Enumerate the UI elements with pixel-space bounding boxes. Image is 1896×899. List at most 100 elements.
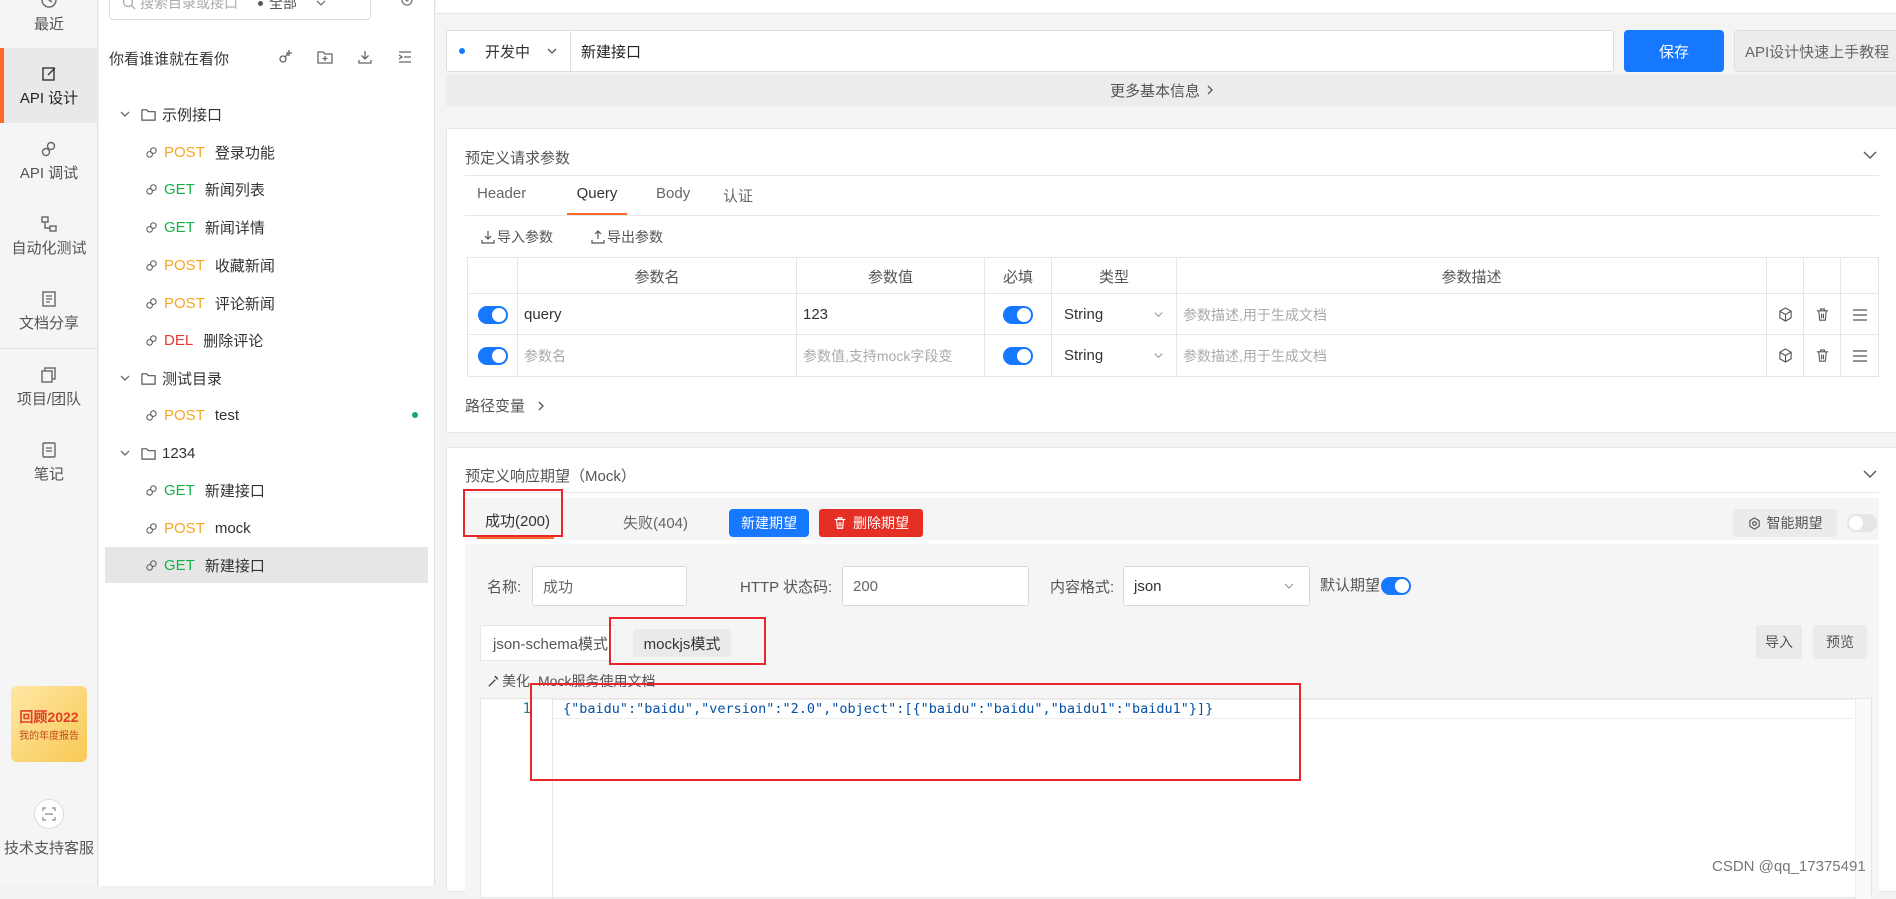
cube-icon[interactable] bbox=[1778, 348, 1793, 363]
nav-project-team[interactable]: 项目/团队 bbox=[0, 366, 98, 426]
param-name-input[interactable]: query bbox=[518, 294, 797, 335]
col-value: 参数值 bbox=[797, 258, 985, 294]
smart-expectation-button[interactable]: 智能期望 bbox=[1733, 509, 1837, 537]
tree-item[interactable]: POST mock bbox=[105, 510, 428, 546]
param-desc-input[interactable]: 参数描述,用于生成文档 bbox=[1177, 294, 1767, 335]
preview-button[interactable]: 预览 bbox=[1813, 625, 1867, 659]
table-row: query 123 String 参数描述,用于生成文档 bbox=[468, 294, 1878, 335]
method-badge: DEL bbox=[164, 331, 194, 349]
tab-auth[interactable]: 认证 bbox=[723, 185, 753, 206]
tab-body[interactable]: Body bbox=[656, 185, 690, 202]
tree-item[interactable]: GET 新建接口 bbox=[105, 472, 428, 508]
chevron-down-icon bbox=[1154, 353, 1163, 359]
collapse-chevron-icon[interactable] bbox=[1862, 147, 1878, 163]
more-info-label: 更多基本信息 bbox=[1109, 82, 1200, 100]
method-badge: POST bbox=[164, 519, 205, 537]
beautify-button[interactable]: 美化 bbox=[502, 671, 530, 691]
nav-api-design[interactable]: API 设计 bbox=[0, 48, 98, 123]
param-value-input[interactable]: 参数值,支持mock字段变 bbox=[797, 335, 985, 376]
nav-api-debug[interactable]: API 调试 bbox=[0, 140, 98, 200]
content-format-value: json bbox=[1134, 577, 1162, 595]
add-folder-icon[interactable] bbox=[317, 49, 333, 65]
import-button[interactable]: 导入 bbox=[1756, 625, 1802, 659]
default-expectation-label: 默认期望 bbox=[1320, 577, 1381, 594]
method-badge: POST bbox=[164, 294, 205, 312]
path-vars-label: 路径变量 bbox=[465, 398, 526, 415]
export-params-button[interactable]: 导出参数 bbox=[591, 227, 663, 247]
method-badge: GET bbox=[164, 218, 195, 236]
folder-test[interactable]: 测试目录 bbox=[105, 360, 428, 396]
import-icon[interactable] bbox=[357, 49, 373, 65]
doc-icon bbox=[42, 291, 56, 307]
tree-search[interactable]: 搜索目录或接口 全部 bbox=[109, 0, 371, 20]
status-select[interactable]: 开发中 bbox=[485, 41, 530, 62]
trash-icon[interactable] bbox=[1815, 348, 1830, 363]
tree-item[interactable]: GET 新闻详情 bbox=[105, 209, 428, 245]
default-expectation-toggle[interactable] bbox=[1381, 577, 1411, 595]
link-icon bbox=[146, 522, 157, 534]
required-toggle[interactable] bbox=[1003, 305, 1033, 324]
nav-doc-share[interactable]: 文档分享 bbox=[0, 290, 98, 350]
mock-section-title: 预定义响应期望（Mock） bbox=[465, 468, 636, 485]
filter-select[interactable]: 全部 bbox=[269, 0, 297, 13]
add-interface-icon[interactable] bbox=[277, 49, 293, 65]
enable-toggle[interactable] bbox=[477, 346, 508, 365]
content-format-select[interactable]: json bbox=[1123, 566, 1310, 606]
method-badge: POST bbox=[164, 406, 205, 424]
link-icon bbox=[146, 297, 157, 309]
method-badge: GET bbox=[164, 556, 195, 574]
enable-toggle[interactable] bbox=[477, 305, 508, 324]
name-input[interactable]: 成功 bbox=[532, 566, 687, 606]
content-format-label: 内容格式: bbox=[1050, 579, 1115, 596]
smart-toggle[interactable] bbox=[1847, 514, 1877, 532]
cube-icon[interactable] bbox=[1778, 307, 1793, 322]
tab-fail[interactable]: 失败(404) bbox=[623, 512, 688, 533]
tree-item[interactable]: DEL 删除评论 bbox=[105, 322, 428, 358]
api-name-input[interactable]: 新建接口 bbox=[581, 41, 641, 62]
support-button[interactable] bbox=[34, 799, 64, 829]
collapse-chevron-icon[interactable] bbox=[1862, 466, 1878, 482]
tree-item[interactable]: POST 登录功能 bbox=[105, 134, 428, 170]
download-icon bbox=[481, 231, 495, 244]
copy-icon bbox=[41, 367, 56, 383]
table-header: 参数名 参数值 必填 类型 参数描述 bbox=[468, 258, 1878, 294]
tree-item[interactable]: POST 评论新闻 bbox=[105, 285, 428, 321]
collapse-tree-icon[interactable] bbox=[397, 49, 413, 65]
new-expectation-button[interactable]: 新建期望 bbox=[729, 509, 809, 537]
type-select[interactable]: String bbox=[1052, 294, 1177, 335]
param-desc-input[interactable]: 参数描述,用于生成文档 bbox=[1177, 335, 1767, 376]
annual-report-promo[interactable]: 回顾2022 我的年度报告 bbox=[11, 686, 87, 762]
nav-notes-label: 笔记 bbox=[33, 466, 64, 483]
status-code-input[interactable]: 200 bbox=[842, 566, 1029, 606]
folder-example[interactable]: 示例接口 bbox=[105, 96, 428, 132]
tab-header[interactable]: Header bbox=[477, 185, 526, 202]
nav-recent[interactable]: 最近 bbox=[0, 0, 98, 40]
trash-icon[interactable] bbox=[1815, 307, 1830, 322]
param-name-input[interactable]: 参数名 bbox=[518, 335, 797, 376]
tree-item[interactable]: GET 新闻列表 bbox=[105, 171, 428, 207]
delete-expectation-button[interactable]: 删除期望 bbox=[819, 509, 923, 537]
param-value-input[interactable]: 123 bbox=[797, 294, 985, 335]
tree-item[interactable]: POST test bbox=[105, 397, 428, 433]
nav-auto-test[interactable]: 自动化测试 bbox=[0, 215, 98, 275]
required-toggle[interactable] bbox=[1003, 346, 1033, 365]
guide-button[interactable]: API设计快速上手教程 bbox=[1734, 30, 1896, 72]
tree-item[interactable]: POST 收藏新闻 bbox=[105, 247, 428, 283]
save-button[interactable]: 保存 bbox=[1624, 30, 1724, 72]
drag-handle-icon[interactable] bbox=[1852, 307, 1868, 323]
mode-json-schema[interactable]: json-schema模式 bbox=[480, 625, 615, 661]
locate-icon[interactable] bbox=[399, 0, 415, 8]
nav-notes[interactable]: 笔记 bbox=[0, 441, 98, 501]
import-params-button[interactable]: 导入参数 bbox=[481, 227, 553, 247]
type-select[interactable]: String bbox=[1052, 335, 1177, 376]
folder-1234[interactable]: 1234 bbox=[105, 435, 428, 471]
more-info-toggle[interactable]: 更多基本信息 bbox=[446, 74, 1896, 106]
item-name: 收藏新闻 bbox=[214, 257, 275, 275]
tree-item-selected[interactable]: GET 新建接口 bbox=[105, 547, 428, 583]
request-section-title: 预定义请求参数 bbox=[465, 150, 571, 167]
tree-search-input[interactable]: 搜索目录或接口 bbox=[140, 0, 238, 13]
path-vars-toggle[interactable]: 路径变量 bbox=[465, 395, 547, 416]
drag-handle-icon[interactable] bbox=[1852, 348, 1868, 364]
tab-query[interactable]: Query bbox=[567, 185, 627, 215]
method-badge: GET bbox=[164, 481, 195, 499]
